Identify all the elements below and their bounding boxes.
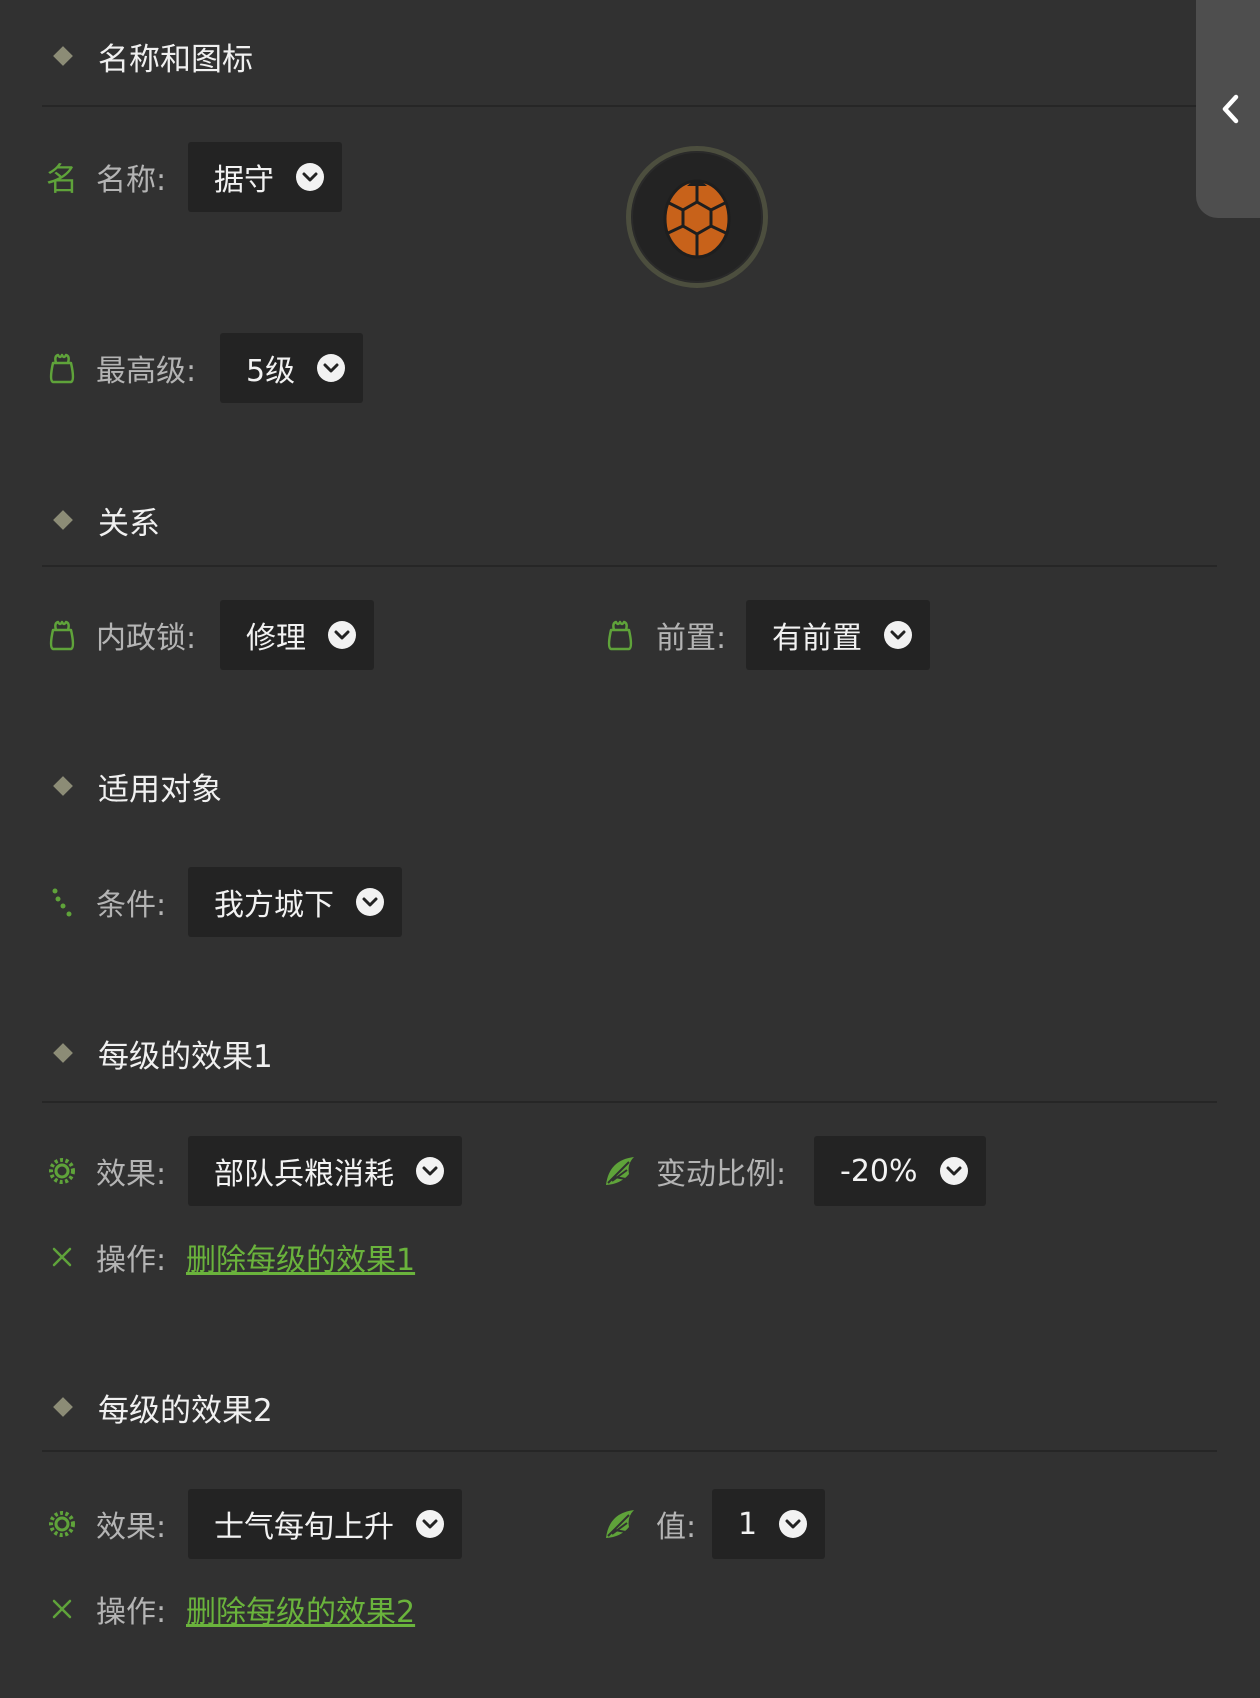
name-char-icon: 名 (45, 160, 78, 198)
prerequisite-label: 前置: (656, 621, 727, 656)
skill-editor-panel: 名称和图标 名 名称: 据守 最高级: 5级 关系 内政锁: 修理 前置: 有前… (0, 0, 1260, 1698)
domestic-lock-select[interactable]: 修理 (220, 600, 374, 670)
prerequisite-bag-icon (602, 617, 638, 653)
max-level-field: 最高级: 5级 (44, 333, 384, 403)
chevron-down-icon (416, 1510, 444, 1538)
effect1-ratio-value: -20% (840, 1153, 918, 1189)
effect2-value-value: 1 (738, 1506, 758, 1542)
effect1-ratio-field: 变动比例: -20% (602, 1136, 1022, 1206)
effect2-value-label: 值: (656, 1510, 697, 1545)
effect1-ratio-label: 变动比例: (656, 1157, 787, 1192)
delete-effect2-link[interactable]: 删除每级的效果2 (186, 1587, 415, 1631)
domestic-lock-value: 修理 (246, 621, 306, 656)
gear-icon (44, 1153, 80, 1189)
diamond-bullet-icon (53, 46, 73, 66)
max-level-select[interactable]: 5级 (220, 333, 364, 403)
name-label: 名称: (96, 163, 167, 198)
leaf-icon (602, 1153, 638, 1189)
effect2-effect-value: 士气每旬上升 (214, 1510, 394, 1545)
chevron-down-icon (779, 1510, 808, 1538)
section-title: 每级的效果1 (98, 1038, 273, 1075)
effect1-operation-label: 操作: (96, 1243, 167, 1278)
effect2-value-select[interactable]: 1 (712, 1489, 826, 1559)
condition-path-icon (44, 884, 80, 920)
diamond-bullet-icon (53, 1043, 73, 1063)
effect1-effect-label: 效果: (96, 1157, 167, 1192)
effect2-effect-field: 效果: 士气每旬上升 (44, 1489, 484, 1559)
chevron-left-icon (1222, 94, 1239, 124)
close-icon (44, 1591, 80, 1627)
lock-bag-icon (44, 617, 80, 653)
condition-value: 我方城下 (214, 888, 334, 923)
chevron-down-icon (317, 354, 346, 382)
name-value: 据守 (214, 163, 274, 198)
effect1-ratio-select[interactable]: -20% (814, 1136, 986, 1206)
section-title: 每级的效果2 (98, 1392, 273, 1429)
diamond-bullet-icon (53, 776, 73, 796)
divider (42, 1450, 1217, 1452)
domestic-lock-label: 内政锁: (96, 621, 197, 656)
divider (42, 1101, 1217, 1103)
divider (42, 565, 1217, 567)
diamond-bullet-icon (53, 1397, 73, 1417)
gear-icon (44, 1506, 80, 1542)
chevron-down-icon (884, 621, 912, 649)
prerequisite-select[interactable]: 有前置 (746, 600, 930, 670)
name-select[interactable]: 据守 (188, 142, 342, 212)
close-icon (44, 1239, 80, 1275)
effect1-effect-select[interactable]: 部队兵粮消耗 (188, 1136, 462, 1206)
section-title: 关系 (98, 505, 160, 542)
prerequisite-value: 有前置 (772, 621, 862, 656)
effect2-value-field: 值: 1 (602, 1489, 842, 1559)
chevron-down-icon (356, 888, 384, 916)
domestic-lock-field: 内政锁: 修理 (44, 600, 424, 670)
leaf-icon (602, 1506, 638, 1542)
chevron-down-icon (328, 621, 356, 649)
condition-select[interactable]: 我方城下 (188, 867, 402, 937)
chevron-down-icon (416, 1157, 444, 1185)
prerequisite-field: 前置: 有前置 (602, 600, 962, 670)
effect2-operation-field: 操作: 删除每级的效果2 (44, 1574, 504, 1644)
effect1-effect-field: 效果: 部队兵粮消耗 (44, 1136, 484, 1206)
chevron-down-icon (296, 163, 324, 191)
effect2-effect-select[interactable]: 士气每旬上升 (188, 1489, 462, 1559)
delete-effect1-link[interactable]: 删除每级的效果1 (186, 1235, 415, 1279)
condition-label: 条件: (96, 888, 167, 923)
diamond-bullet-icon (53, 510, 73, 530)
max-level-value: 5级 (246, 354, 296, 389)
turtle-shell-icon[interactable] (626, 146, 768, 288)
section-title: 适用对象 (98, 771, 222, 808)
level-bag-icon (44, 350, 80, 386)
collapse-panel-button[interactable] (1196, 0, 1260, 218)
condition-field: 条件: 我方城下 (44, 867, 444, 937)
divider (42, 105, 1217, 107)
chevron-down-icon (939, 1157, 968, 1185)
effect1-operation-field: 操作: 删除每级的效果1 (44, 1222, 504, 1292)
effect2-effect-label: 效果: (96, 1510, 167, 1545)
effect2-operation-label: 操作: (96, 1595, 167, 1630)
effect1-effect-value: 部队兵粮消耗 (214, 1157, 394, 1192)
section-title: 名称和图标 (98, 41, 253, 78)
max-level-label: 最高级: (96, 354, 197, 389)
name-field: 名 名称: 据守 (44, 142, 364, 212)
